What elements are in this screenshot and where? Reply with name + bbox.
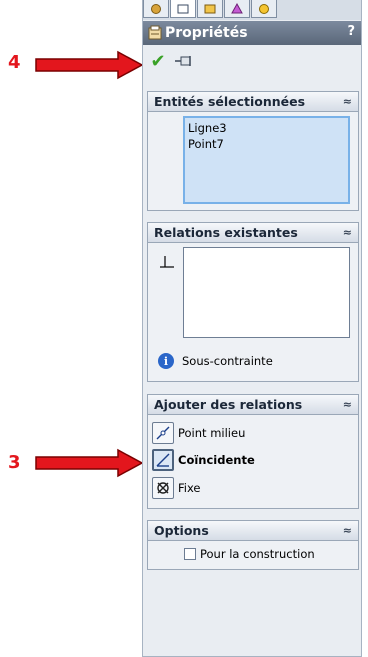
group-header[interactable]: Options ≈ bbox=[148, 521, 358, 541]
pin-button[interactable] bbox=[173, 52, 195, 70]
fixed-anchor-icon bbox=[157, 482, 169, 494]
group-options: Options ≈ Pour la construction bbox=[147, 520, 359, 570]
red-arrow-icon bbox=[35, 50, 144, 80]
status-text: Sous-contrainte bbox=[182, 354, 273, 368]
relation-label: Fixe bbox=[178, 481, 201, 495]
property-manager-icon bbox=[177, 4, 189, 13]
group-header[interactable]: Entités sélectionnées ≈ bbox=[148, 92, 358, 112]
collapse-chevron-icon[interactable]: ≈ bbox=[343, 398, 352, 411]
ok-button[interactable]: ✔ bbox=[147, 50, 169, 72]
tab-strip bbox=[143, 0, 361, 20]
relation-fixed[interactable]: Fixe bbox=[152, 476, 201, 500]
checkbox-label: Pour la construction bbox=[200, 547, 315, 561]
list-item[interactable]: Ligne3 bbox=[188, 120, 345, 136]
midpoint-relation-button[interactable] bbox=[152, 422, 174, 444]
dimxpert-icon bbox=[231, 2, 243, 13]
collapse-chevron-icon[interactable]: ≈ bbox=[343, 95, 352, 108]
group-title: Options bbox=[154, 523, 209, 538]
relation-coincident[interactable]: Coïncidente bbox=[152, 448, 255, 472]
panel-title: Propriétés bbox=[165, 25, 248, 41]
group-header[interactable]: Ajouter des relations ≈ bbox=[148, 395, 358, 415]
group-add-relations: Ajouter des relations ≈ Point milieu Coï… bbox=[147, 394, 359, 509]
checkmark-icon: ✔ bbox=[150, 50, 166, 72]
red-arrow-icon bbox=[35, 448, 144, 478]
group-selected-entities: Entités sélectionnées ≈ Ligne3 Point7 bbox=[147, 91, 359, 211]
existing-relations-list[interactable] bbox=[183, 247, 350, 338]
tab-display-manager[interactable] bbox=[251, 0, 277, 18]
feature-tree-icon bbox=[151, 3, 161, 14]
group-title: Entités sélectionnées bbox=[154, 94, 306, 109]
midpoint-icon bbox=[156, 426, 170, 440]
canvas: 4 3 Propriétés ? ✔ Entités sélectionnées… bbox=[0, 0, 368, 657]
construction-option[interactable]: Pour la construction bbox=[184, 547, 315, 561]
relation-symbol-icon bbox=[160, 256, 174, 268]
group-title: Relations existantes bbox=[154, 225, 298, 240]
info-icon: i bbox=[158, 353, 174, 369]
help-button[interactable]: ? bbox=[347, 24, 355, 39]
collapse-chevron-icon[interactable]: ≈ bbox=[343, 226, 352, 239]
tab-property-manager[interactable] bbox=[170, 0, 196, 18]
relation-midpoint[interactable]: Point milieu bbox=[152, 421, 245, 445]
list-item[interactable]: Point7 bbox=[188, 136, 345, 152]
collapse-chevron-icon[interactable]: ≈ bbox=[343, 524, 352, 537]
configuration-icon bbox=[204, 4, 216, 13]
selected-entities-list[interactable]: Ligne3 Point7 bbox=[183, 116, 350, 204]
coincident-icon bbox=[156, 453, 170, 467]
construction-checkbox[interactable] bbox=[184, 548, 196, 560]
tab-dimxpert[interactable] bbox=[224, 0, 250, 18]
property-manager-panel: Propriétés ? ✔ Entités sélectionnées ≈ L… bbox=[142, 0, 362, 657]
group-title: Ajouter des relations bbox=[154, 397, 303, 412]
tab-configuration-manager[interactable] bbox=[197, 0, 223, 18]
coincident-relation-button[interactable] bbox=[152, 449, 174, 471]
pushpin-icon bbox=[175, 56, 191, 66]
fixed-relation-button[interactable] bbox=[152, 477, 174, 499]
panel-header: Propriétés ? bbox=[143, 21, 361, 45]
group-existing-relations: Relations existantes ≈ i Sous-contrainte bbox=[147, 222, 359, 382]
properties-icon bbox=[147, 25, 163, 41]
relation-label: Point milieu bbox=[178, 426, 246, 440]
callout-number-4: 4 bbox=[8, 52, 21, 73]
status-row: i Sous-contrainte bbox=[158, 353, 273, 369]
display-manager-icon bbox=[259, 3, 269, 14]
callout-number-3: 3 bbox=[8, 452, 21, 473]
relation-label: Coïncidente bbox=[178, 453, 255, 467]
tab-feature-manager[interactable] bbox=[143, 0, 169, 18]
group-header[interactable]: Relations existantes ≈ bbox=[148, 223, 358, 243]
